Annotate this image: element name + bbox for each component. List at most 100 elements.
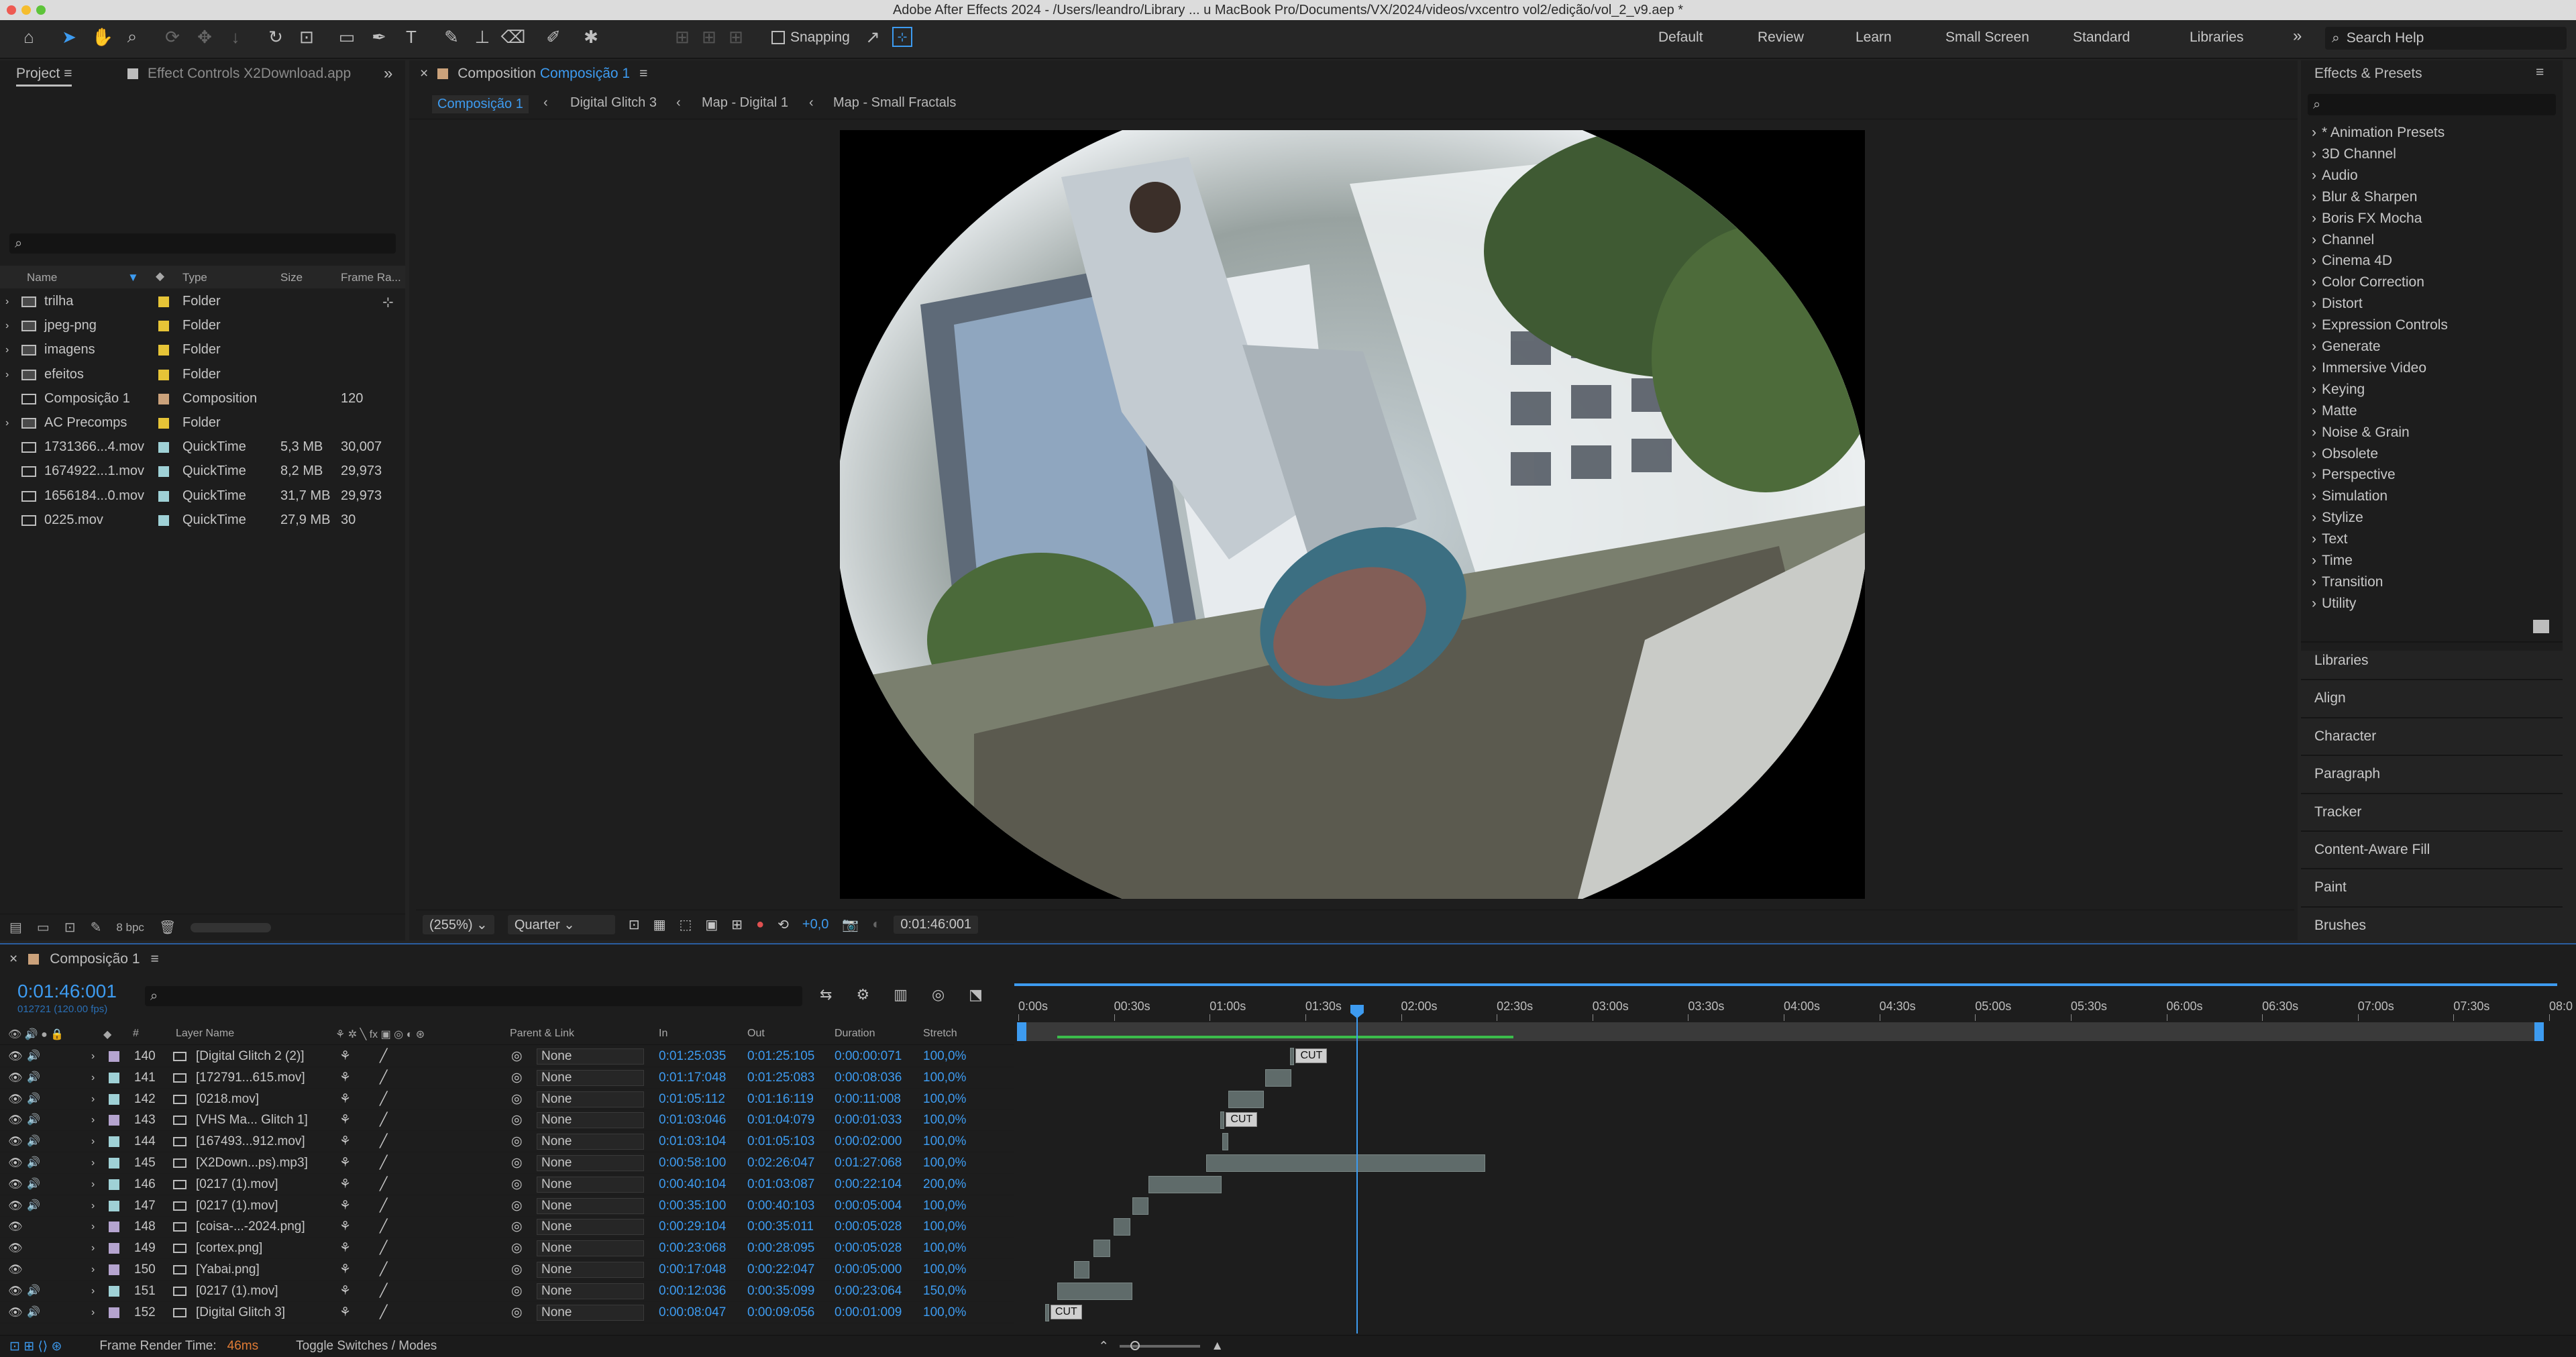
column-name[interactable]: Name <box>27 271 57 284</box>
parent-dropdown[interactable]: None <box>537 1197 644 1214</box>
label-color-swatch[interactable] <box>109 1200 119 1211</box>
layer-row[interactable]: 👁 🔊 › 145 [X2Down...ps).mp3] ⚘ ╱ ◎ None 0:00:58:1… <box>0 1152 1014 1174</box>
side-panel-paragraph[interactable]: Paragraph <box>2301 755 2563 791</box>
layer-duration-bar[interactable] <box>1113 1218 1130 1236</box>
layer-stretch[interactable]: 100,0% <box>923 1109 966 1131</box>
layer-out[interactable]: 0:00:09:056 <box>747 1302 814 1323</box>
expand-arrow-icon[interactable]: › <box>91 1109 95 1131</box>
expand-arrow-icon[interactable]: › <box>91 1131 95 1152</box>
color-channels-icon[interactable]: ● <box>756 917 764 932</box>
snapshot-icon[interactable]: 📷 <box>842 916 859 933</box>
show-snapshot-icon[interactable]: ◐ <box>872 917 880 932</box>
visibility-eye-icon[interactable]: 👁 <box>8 1281 23 1302</box>
column-frame-rate[interactable]: Frame Ra... <box>341 271 401 284</box>
layer-duration[interactable]: 0:00:05:004 <box>835 1195 902 1217</box>
effect-category[interactable]: › Obsolete <box>2312 443 2378 465</box>
project-item[interactable]: 1674922...1.mov QuickTime 8,2 MB 29,973 <box>0 459 402 483</box>
motion-blur-icon[interactable]: ◎ <box>932 986 945 1003</box>
close-window-button[interactable] <box>7 5 16 15</box>
layer-in[interactable]: 0:01:03:104 <box>659 1131 726 1152</box>
expand-arrow-icon[interactable]: › <box>5 290 9 313</box>
label-color-swatch[interactable] <box>158 490 169 502</box>
expand-arrow-icon[interactable]: › <box>91 1281 95 1302</box>
layer-out[interactable]: 0:00:28:095 <box>747 1238 814 1259</box>
breadcrumb-digital-glitch-3[interactable]: Digital Glitch 3 <box>570 95 657 111</box>
layer-out[interactable]: 0:00:40:103 <box>747 1195 814 1217</box>
layer-duration-bar[interactable] <box>1265 1069 1292 1087</box>
effect-category[interactable]: › Matte <box>2312 400 2357 422</box>
expand-arrow-icon[interactable]: › <box>91 1067 95 1089</box>
label-color-swatch[interactable] <box>158 466 169 478</box>
column-out[interactable]: Out <box>747 1028 765 1040</box>
layer-row[interactable]: 👁 🔊 › 151 [0217 (1).mov] ⚘ ╱ ◎ None 0:00:12:036 0:… <box>0 1281 1014 1302</box>
shy-switch-icon[interactable]: ⚘ <box>339 1067 351 1089</box>
side-panel-tracker[interactable]: Tracker <box>2301 792 2563 829</box>
layer-in[interactable]: 0:00:23:068 <box>659 1238 726 1259</box>
render-icons[interactable]: ⊡ ⊞ ⟨⟩ ⊛ <box>9 1339 62 1354</box>
axis-view-icon[interactable]: ⊞ <box>724 25 747 48</box>
layer-out[interactable]: 0:00:22:047 <box>747 1259 814 1281</box>
label-color-swatch[interactable] <box>109 1136 119 1148</box>
layer-row[interactable]: 👁 🔊 › 147 [0217 (1).mov] ⚘ ╱ ◎ None 0:00:35:100 0:… <box>0 1195 1014 1217</box>
zoom-out-icon[interactable]: ⌃ <box>1098 1339 1109 1354</box>
layer-stretch[interactable]: 100,0% <box>923 1131 966 1152</box>
quality-switch-icon[interactable]: ╱ <box>380 1174 387 1195</box>
rotation-tool-icon[interactable]: ↻ <box>264 25 287 48</box>
effect-category[interactable]: › Color Correction <box>2312 272 2424 293</box>
audio-speaker-icon[interactable]: 🔊 <box>27 1131 40 1152</box>
layer-row[interactable]: 👁 🔊 › 143 [VHS Ma... Glitch 1] ⚘ ╱ ◎ None 0:01:03… <box>0 1109 1014 1132</box>
effect-category[interactable]: › Perspective <box>2312 464 2396 486</box>
parent-dropdown[interactable]: None <box>537 1283 644 1299</box>
layer-name[interactable]: [Yabai.png] <box>196 1259 260 1281</box>
quality-switch-icon[interactable]: ╱ <box>380 1131 387 1152</box>
effects-search-input[interactable]: ⌕ <box>2308 94 2556 115</box>
expand-arrow-icon[interactable]: › <box>91 1195 95 1217</box>
layer-stretch[interactable]: 100,0% <box>923 1067 966 1089</box>
layer-out[interactable]: 0:01:25:105 <box>747 1046 814 1067</box>
parent-dropdown[interactable]: None <box>537 1304 644 1321</box>
cut-marker[interactable]: CUT <box>1226 1112 1258 1128</box>
panel-menu-icon[interactable]: ≡ <box>2536 64 2544 80</box>
project-item[interactable]: › imagens Folder <box>0 338 402 362</box>
label-color-swatch[interactable] <box>158 296 169 307</box>
layer-duration-bar[interactable] <box>1290 1048 1295 1065</box>
layer-row[interactable]: 👁 › 149 [cortex.png] ⚘ ╱ ◎ None 0:00:23:068 0:00:… <box>0 1238 1014 1260</box>
shy-switch-icon[interactable]: ⚘ <box>339 1152 351 1174</box>
layer-name[interactable]: [Digital Glitch 3] <box>196 1302 285 1323</box>
layer-duration[interactable]: 0:00:11:008 <box>835 1089 901 1110</box>
label-color-swatch[interactable] <box>158 442 169 453</box>
panel-menu-icon[interactable]: ≡ <box>151 951 159 967</box>
expand-arrow-icon[interactable]: › <box>91 1216 95 1238</box>
effect-category[interactable]: › Blur & Sharpen <box>2312 186 2417 208</box>
audio-speaker-icon[interactable]: 🔊 <box>27 1195 40 1217</box>
workspace-review[interactable]: Review <box>1758 30 1804 46</box>
audio-speaker-icon[interactable]: 🔊 <box>27 1302 40 1323</box>
effect-category[interactable]: › Utility <box>2312 593 2356 614</box>
pan-camera-icon[interactable]: ✥ <box>193 25 216 48</box>
current-time-display[interactable]: 0:01:46:001 <box>17 981 117 1002</box>
layer-row[interactable]: 👁 › 148 [coisa-...-2024.png] ⚘ ╱ ◎ None 0:00:29:… <box>0 1216 1014 1238</box>
timeline-search-input[interactable]: ⌕ <box>145 986 802 1006</box>
label-color-swatch[interactable] <box>109 1222 119 1233</box>
quality-switch-icon[interactable]: ╱ <box>380 1067 387 1089</box>
project-item[interactable]: 1731366...4.mov QuickTime 5,3 MB 30,007 <box>0 435 402 459</box>
layer-stretch[interactable]: 150,0% <box>923 1281 966 1302</box>
expand-arrow-icon[interactable]: › <box>91 1174 95 1195</box>
layer-duration[interactable]: 0:00:02:000 <box>835 1131 902 1152</box>
shy-switch-icon[interactable]: ⚘ <box>339 1216 351 1238</box>
layer-duration-bar[interactable] <box>1228 1090 1265 1108</box>
thumbnail-slider[interactable] <box>191 922 272 932</box>
layer-out[interactable]: 0:00:35:099 <box>747 1281 814 1302</box>
grid-options-icon[interactable]: ⊞ <box>731 916 743 933</box>
layer-stretch[interactable]: 100,0% <box>923 1238 966 1259</box>
visibility-eye-icon[interactable]: 👁 <box>8 1067 23 1089</box>
parent-dropdown[interactable]: None <box>537 1262 644 1278</box>
label-color-swatch[interactable] <box>109 1158 119 1169</box>
region-of-interest-icon[interactable]: ⊡ <box>629 916 640 933</box>
visibility-eye-icon[interactable]: 👁 <box>8 1174 23 1195</box>
parent-dropdown[interactable]: None <box>537 1112 644 1129</box>
pickwhip-icon[interactable]: ◎ <box>511 1216 523 1238</box>
layer-duration[interactable]: 0:00:00:071 <box>835 1046 902 1067</box>
layer-out[interactable]: 0:01:04:079 <box>747 1109 814 1131</box>
layer-row[interactable]: 👁 › 150 [Yabai.png] ⚘ ╱ ◎ None 0:00:17:048 0:00:2… <box>0 1259 1014 1281</box>
